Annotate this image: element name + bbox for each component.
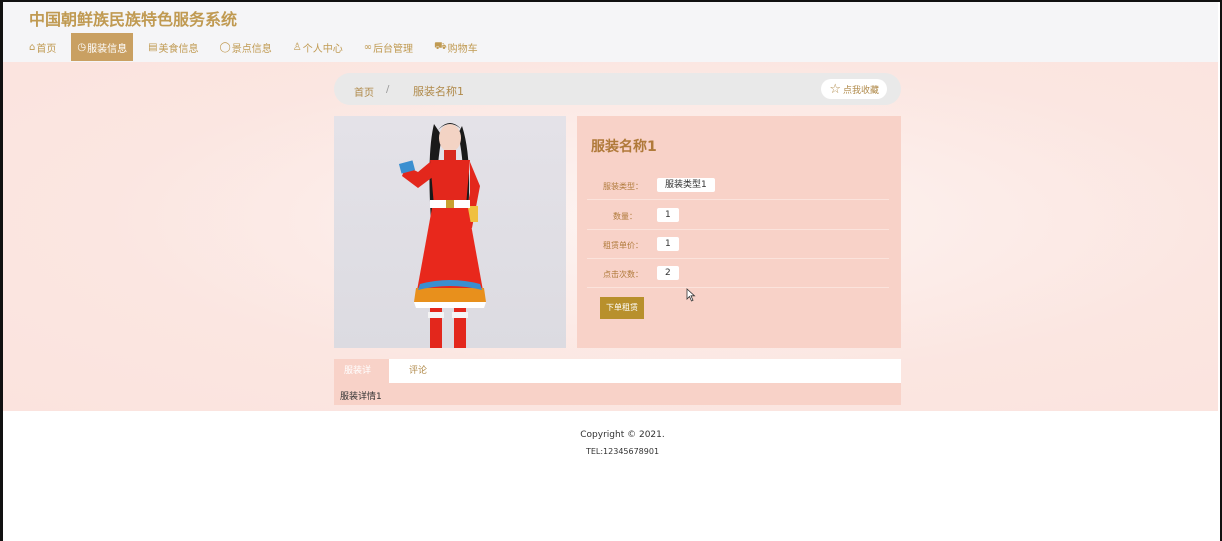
field-label: 租赁单价： bbox=[603, 241, 643, 250]
favorite-button[interactable]: ☆ 点我收藏 bbox=[821, 79, 887, 99]
detail-text: 服装详情1 bbox=[340, 392, 382, 402]
field-row-type: 服装类型： 服装类型1 bbox=[587, 172, 889, 200]
field-value: 服装类型1 bbox=[657, 178, 715, 192]
footer-tel: TEL:12345678901 bbox=[585, 447, 660, 456]
breadcrumb-home-link[interactable]: 首页 bbox=[354, 84, 374, 99]
nav-item-label: 景点信息 bbox=[231, 43, 272, 55]
nav-item-clothing[interactable]: ◷ 服装信息 bbox=[71, 33, 134, 61]
field-value: 2 bbox=[657, 266, 679, 280]
tab-content: 服装详情1 bbox=[334, 383, 901, 405]
field-value: 1 bbox=[657, 237, 679, 251]
clock-icon: ◷ bbox=[77, 41, 87, 53]
product-info-panel: 服装名称1 服装类型： 服装类型1 数量： 1 租赁单价： 1 点击次数： 2 … bbox=[577, 116, 901, 348]
nav-item-label: 美食信息 bbox=[158, 43, 199, 55]
footer-copyright: Copyright © 2021. bbox=[580, 430, 665, 440]
costume-figure-illustration bbox=[398, 123, 486, 348]
field-value: 1 bbox=[657, 208, 679, 222]
breadcrumb-current: 服装名称1 bbox=[413, 85, 464, 98]
cart-icon: ⛟ bbox=[434, 40, 447, 52]
favorite-label: 点我收藏 bbox=[842, 85, 879, 96]
mouse-cursor-icon bbox=[686, 288, 696, 302]
field-label: 服装类型： bbox=[603, 182, 643, 191]
nav-item-label: 后台管理 bbox=[373, 43, 414, 55]
nav-item-label: 服装信息 bbox=[87, 43, 128, 55]
user-icon: ♙ bbox=[292, 41, 302, 53]
nav-item-cart[interactable]: ⛟ 购物车 bbox=[428, 33, 484, 61]
field-row-clicks: 点击次数： 2 bbox=[587, 260, 889, 288]
rent-order-button[interactable]: 下单租赁 bbox=[600, 297, 644, 319]
detail-tabs: 服装详情 评论 bbox=[334, 359, 901, 400]
nav-item-admin[interactable]: ∞ 后台管理 bbox=[358, 33, 419, 61]
nav-item-personal-center[interactable]: ♙ 个人中心 bbox=[287, 33, 349, 61]
nav-item-food[interactable]: ▤ 美食信息 bbox=[142, 33, 204, 61]
product-image bbox=[334, 116, 566, 348]
site-title: 中国朝鲜族民族特色服务系统 bbox=[29, 10, 238, 29]
circle-icon: ◯ bbox=[219, 41, 231, 53]
link-icon: ∞ bbox=[363, 41, 373, 53]
nav-item-attractions[interactable]: ◯ 景点信息 bbox=[214, 33, 278, 61]
star-icon: ☆ bbox=[829, 81, 841, 97]
breadcrumb-separator: / bbox=[386, 84, 390, 95]
header: 中国朝鲜族民族特色服务系统 ⌂ 首页 ◷ 服装信息 ▤ 美食信息 ◯ 景点信息 ♙ 个人中… bbox=[3, 2, 1218, 62]
breadcrumb: 首页 / 服装名称1 ☆ 点我收藏 bbox=[334, 73, 901, 105]
field-row-unit-price: 租赁单价： 1 bbox=[587, 231, 889, 259]
tab-comments[interactable]: 评论 bbox=[399, 359, 437, 383]
main-nav: ⌂ 首页 ◷ 服装信息 ▤ 美食信息 ◯ 景点信息 ♙ 个人中心 ∞ 后台管理 ⛟ 购物车 bbox=[23, 33, 493, 61]
nav-item-home[interactable]: ⌂ 首页 bbox=[23, 33, 62, 61]
food-icon: ▤ bbox=[148, 41, 158, 53]
nav-item-label: 购物车 bbox=[447, 43, 478, 55]
nav-item-label: 首页 bbox=[36, 43, 57, 55]
home-icon: ⌂ bbox=[29, 41, 36, 53]
nav-item-label: 个人中心 bbox=[302, 43, 343, 55]
field-label: 数量： bbox=[613, 212, 637, 221]
tab-details[interactable]: 服装详情 bbox=[334, 359, 389, 400]
field-label: 点击次数： bbox=[603, 270, 643, 279]
product-title: 服装名称1 bbox=[591, 139, 657, 155]
field-row-quantity: 数量： 1 bbox=[587, 202, 889, 230]
